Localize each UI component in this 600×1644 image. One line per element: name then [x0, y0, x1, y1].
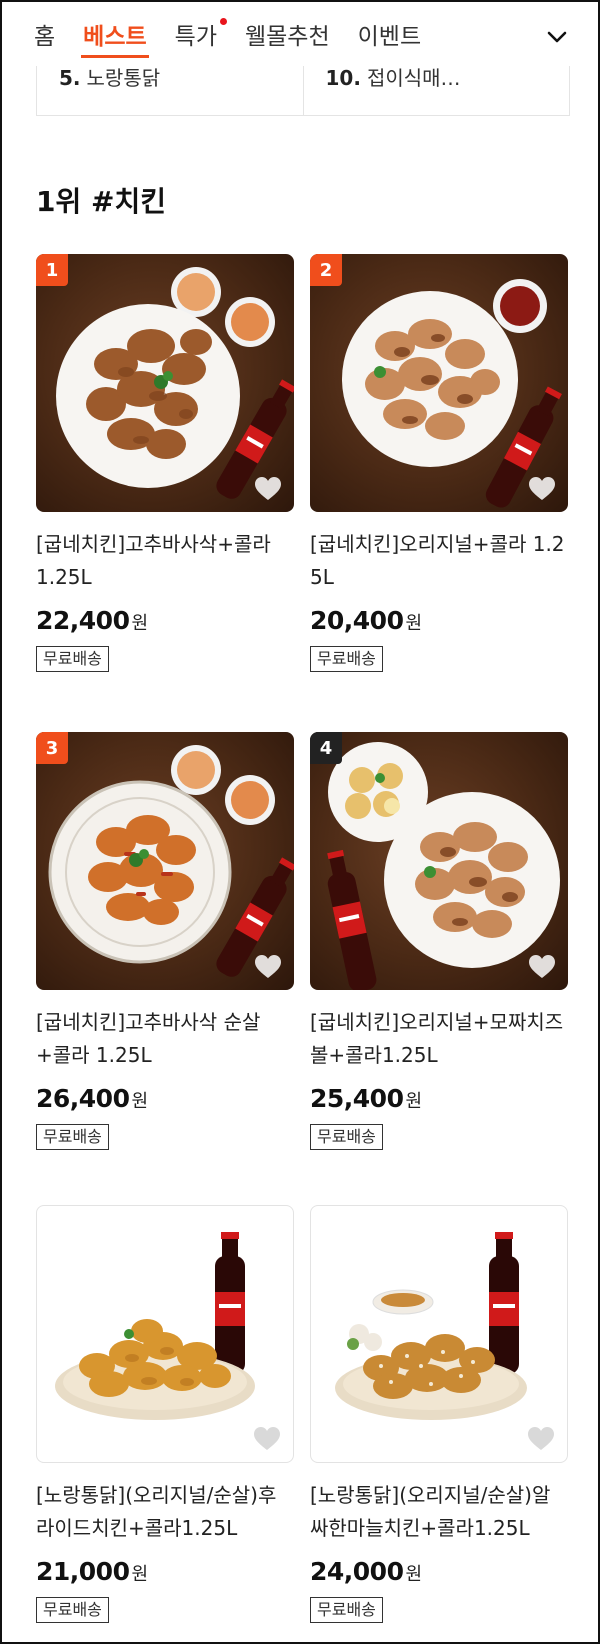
product-image[interactable]: 1	[36, 254, 294, 512]
tab-label: 홈	[34, 24, 56, 50]
ranking-number: 10.	[325, 66, 361, 90]
product-name[interactable]: [굽네치킨]고추바사삭+콜라 1.25L	[36, 528, 294, 594]
heart-icon[interactable]	[528, 954, 556, 980]
chicken-photo	[327, 742, 560, 990]
product-image[interactable]: 3	[36, 732, 294, 990]
product-price: 20,400	[310, 606, 404, 635]
rank-badge: 3	[36, 732, 68, 764]
currency-unit: 원	[405, 1091, 423, 1112]
currency-unit: 원	[405, 1564, 423, 1585]
price-row: 25,400 원	[310, 1084, 568, 1120]
ranking-number: 5.	[59, 66, 81, 90]
chicken-photo	[48, 745, 294, 977]
new-dot-badge	[219, 18, 227, 25]
product-image[interactable]	[36, 1205, 294, 1463]
product-name[interactable]: [노랑통닭](오리지널/순살)알싸한마늘치킨+콜라1.25L	[310, 1479, 568, 1545]
product-image[interactable]	[310, 1205, 568, 1463]
tab-recommend[interactable]: 웰몰추천	[245, 2, 330, 66]
product-card[interactable]: 4 [굽네치킨]오리지널+모짜치즈볼+콜라1.25L 25,400 원 무료배송	[310, 732, 568, 1150]
product-name[interactable]: [굽네치킨]고추바사삭 순살+콜라 1.25L	[36, 1006, 294, 1072]
ranking-name: 접이식매…	[366, 66, 461, 90]
heart-icon[interactable]	[528, 476, 556, 502]
product-price: 21,000	[36, 1557, 130, 1586]
product-card[interactable]: [노랑통닭](오리지널/순살)후라이드치킨+콜라1.25L 21,000 원 무료…	[36, 1205, 294, 1623]
ranking-name: 노랑통닭	[86, 66, 161, 90]
free-shipping-badge: 무료배송	[310, 646, 383, 672]
tab-label: 베스트	[83, 24, 147, 50]
product-price: 24,000	[310, 1557, 404, 1586]
tab-label: 특가	[174, 24, 217, 50]
currency-unit: 원	[131, 613, 149, 634]
section-title: 1위 #치킨	[36, 185, 166, 218]
product-card[interactable]: [노랑통닭](오리지널/순살)알싸한마늘치킨+콜라1.25L 24,000 원 무…	[310, 1205, 568, 1623]
rank-badge: 1	[36, 254, 68, 286]
tab-event[interactable]: 이벤트	[358, 2, 421, 66]
heart-icon[interactable]	[254, 476, 282, 502]
free-shipping-badge: 무료배송	[310, 1124, 383, 1150]
heart-icon[interactable]	[527, 1426, 555, 1452]
tab-label: 웰몰추천	[244, 24, 330, 50]
chicken-photo	[342, 279, 562, 508]
top-tab-bar: 홈 베스트 특가 웰몰추천 이벤트	[2, 2, 598, 66]
price-row: 21,000 원	[36, 1557, 294, 1593]
chevron-down-icon[interactable]	[546, 26, 568, 48]
rank-badge: 2	[310, 254, 342, 286]
chicken-photo	[56, 267, 294, 499]
chicken-photo	[55, 1232, 255, 1420]
product-name[interactable]: [굽네치킨]오리지널+콜라 1.25L	[310, 528, 568, 594]
product-card[interactable]: 2 [굽네치킨]오리지널+콜라 1.25L 20,400 원 무료배송	[310, 254, 568, 672]
product-price: 22,400	[36, 606, 130, 635]
tab-special[interactable]: 특가	[174, 2, 227, 66]
product-price: 25,400	[310, 1084, 404, 1113]
tab-home[interactable]: 홈	[34, 2, 55, 66]
product-name[interactable]: [노랑통닭](오리지널/순살)후라이드치킨+콜라1.25L	[36, 1479, 294, 1545]
product-name[interactable]: [굽네치킨]오리지널+모짜치즈볼+콜라1.25L	[310, 1006, 568, 1072]
tab-label: 이벤트	[357, 24, 422, 50]
product-image[interactable]: 2	[310, 254, 568, 512]
currency-unit: 원	[405, 613, 423, 634]
free-shipping-badge: 무료배송	[36, 1124, 109, 1150]
free-shipping-badge: 무료배송	[310, 1597, 383, 1623]
tab-best[interactable]: 베스트	[81, 2, 150, 66]
free-shipping-badge: 무료배송	[36, 646, 109, 672]
price-row: 26,400 원	[36, 1084, 294, 1120]
product-card[interactable]: 3 [굽네치킨]고추바사삭 순살+콜라 1.25L 26,400 원 무료배송	[36, 732, 294, 1150]
price-row: 22,400 원	[36, 606, 294, 642]
price-row: 24,000 원	[310, 1557, 568, 1593]
chicken-photo	[335, 1232, 527, 1420]
price-row: 20,400 원	[310, 606, 568, 642]
product-price: 26,400	[36, 1084, 130, 1113]
product-image[interactable]: 4	[310, 732, 568, 990]
currency-unit: 원	[131, 1091, 149, 1112]
heart-icon[interactable]	[254, 954, 282, 980]
heart-icon[interactable]	[253, 1426, 281, 1452]
product-card[interactable]: 1 [굽네치킨]고추바사삭+콜라 1.25L 22,400 원 무료배송	[36, 254, 294, 672]
free-shipping-badge: 무료배송	[36, 1597, 109, 1623]
currency-unit: 원	[131, 1564, 149, 1585]
rank-badge: 4	[310, 732, 342, 764]
